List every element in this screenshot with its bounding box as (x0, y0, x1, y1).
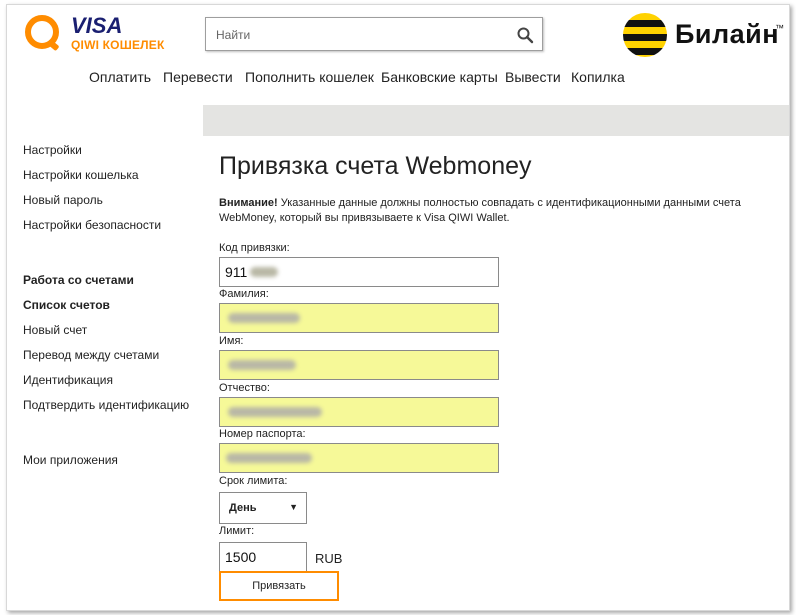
code-redacted (250, 267, 278, 277)
patronymic-label: Отчество: (219, 382, 270, 394)
sidebar-item-account-transfer[interactable]: Перевод между счетами (23, 348, 159, 362)
beeline-ball-icon (623, 13, 667, 57)
patronymic-redacted (228, 407, 322, 417)
beeline-text: Билайн (675, 19, 780, 49)
limit-field[interactable]: 1500 (219, 542, 307, 572)
nav-transfer[interactable]: Перевести (163, 69, 233, 85)
patronymic-field[interactable] (219, 397, 499, 427)
currency-label: RUB (315, 551, 343, 566)
limit-label: Лимит: (219, 525, 255, 537)
surname-field[interactable] (219, 303, 499, 333)
surname-label: Фамилия: (219, 288, 269, 300)
surname-redacted (228, 313, 300, 323)
qiwi-logo-icon (25, 15, 59, 49)
page-frame: VISA QIWI КОШЕЛЕК Билайн ™ Оплатить Пере… (6, 4, 790, 611)
passport-redacted (226, 453, 312, 463)
name-redacted (228, 360, 296, 370)
nav-withdraw[interactable]: Вывести (505, 69, 561, 85)
code-label: Код привязки: (219, 242, 290, 254)
sidebar-item-security-settings[interactable]: Настройки безопасности (23, 218, 161, 232)
bind-button[interactable]: Привязать (219, 571, 339, 601)
term-select[interactable]: День ▼ (219, 492, 307, 524)
sidebar-item-new-password[interactable]: Новый пароль (23, 193, 103, 207)
qiwi-logo[interactable]: VISA QIWI КОШЕЛЕК (25, 13, 175, 57)
logo-qiwi-text: QIWI КОШЕЛЕК (71, 38, 165, 52)
code-value: 911 (225, 264, 248, 280)
header: VISA QIWI КОШЕЛЕК Билайн ™ Оплатить Пере… (7, 5, 789, 105)
notice-text: Указанные данные должны полностью совпад… (219, 197, 741, 224)
beeline-logo[interactable]: Билайн ™ (623, 13, 787, 57)
sidebar-item-confirm-identification[interactable]: Подтвердить идентификацию (23, 398, 189, 412)
sidebar-item-wallet-settings[interactable]: Настройки кошелька (23, 168, 139, 182)
logo-visa-text: VISA (71, 13, 123, 38)
nav-piggybank[interactable]: Копилка (571, 69, 625, 85)
page-title: Привязка счета Webmoney (219, 152, 532, 180)
main-content: Привязка счета Webmoney Внимание! Указан… (203, 136, 789, 610)
chevron-down-icon: ▼ (289, 502, 298, 512)
limit-value: 1500 (225, 549, 257, 565)
main-nav: Оплатить Перевести Пополнить кошелек Бан… (7, 69, 789, 91)
term-label: Срок лимита: (219, 475, 288, 487)
sidebar: Настройки Настройки кошелька Новый парол… (7, 105, 203, 610)
code-field[interactable]: 911 (219, 257, 499, 287)
sidebar-item-new-account[interactable]: Новый счет (23, 323, 87, 337)
sidebar-item-settings[interactable]: Настройки (23, 143, 82, 157)
nav-topup[interactable]: Пополнить кошелек (245, 69, 374, 85)
nav-bank-cards[interactable]: Банковские карты (381, 69, 498, 85)
sidebar-item-accounts-work[interactable]: Работа со счетами (23, 273, 134, 287)
sidebar-item-accounts-list[interactable]: Список счетов (23, 298, 110, 312)
notice-bold: Внимание! (219, 197, 278, 209)
warning-notice: Внимание! Указанные данные должны полнос… (219, 196, 759, 226)
sidebar-item-identification[interactable]: Идентификация (23, 373, 113, 387)
beeline-trademark: ™ (775, 23, 784, 33)
nav-pay[interactable]: Оплатить (89, 69, 151, 85)
passport-field[interactable] (219, 443, 499, 473)
term-value: День (229, 502, 257, 514)
passport-label: Номер паспорта: (219, 428, 306, 440)
search-box (205, 17, 543, 51)
search-input[interactable] (214, 25, 508, 45)
name-field[interactable] (219, 350, 499, 380)
search-icon[interactable] (516, 26, 534, 44)
name-label: Имя: (219, 335, 244, 347)
sidebar-item-my-apps[interactable]: Мои приложения (23, 453, 118, 467)
